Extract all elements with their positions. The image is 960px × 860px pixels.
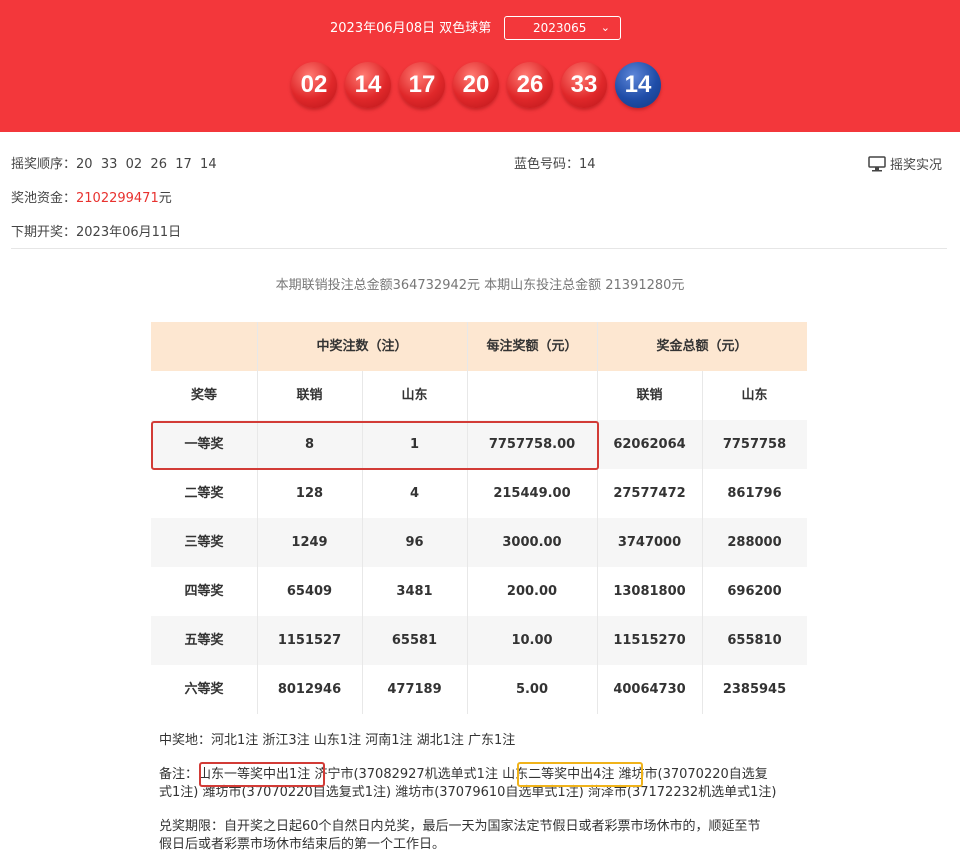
winners-sd: 477189 (387, 682, 442, 697)
chevron-down-icon: ⌄ (600, 21, 610, 34)
winners-sd: 96 (405, 535, 424, 550)
total-all: 3747000 (617, 535, 682, 550)
remark-label: 备注： (159, 767, 199, 782)
draw-order: 摇奖顺序：20 33 02 26 17 14 (11, 156, 217, 174)
prize-level: 五等奖 (184, 633, 224, 648)
per-prize: 200.00 (506, 584, 558, 599)
blue-ball: 14 (615, 62, 661, 108)
total-sd: 655810 (727, 633, 782, 648)
winners-all: 65409 (286, 584, 333, 599)
issue-select-value: 2023065 (533, 21, 587, 35)
total-all: 40064730 (613, 682, 686, 697)
per-prize: 10.00 (511, 633, 553, 648)
total-sd: 861796 (727, 486, 782, 501)
prize-level: 六等奖 (184, 682, 224, 697)
column-divider (257, 322, 258, 714)
total-all: 62062064 (613, 437, 686, 452)
first-prize-highlight (151, 421, 599, 470)
red-ball: 14 (345, 62, 391, 108)
subheader-winners-all: 联销 (296, 388, 323, 403)
total-all: 13081800 (613, 584, 686, 599)
column-divider (597, 322, 598, 714)
red-ball: 20 (453, 62, 499, 108)
winners-sd: 65581 (391, 633, 438, 648)
deadline-line-2: 假日后或者彩票市场休市结束后的第一个工作日。 (159, 837, 446, 852)
prize-level: 三等奖 (184, 535, 224, 550)
blue-number-label: 蓝色号码： (514, 157, 580, 172)
winners-all: 128 (295, 486, 324, 501)
header-total: 奖金总额（元） (656, 339, 748, 354)
subheader-per (467, 371, 597, 420)
red-ball: 17 (399, 62, 445, 108)
column-divider (702, 371, 703, 714)
issue-select[interactable]: 2023065 ⌄ (504, 16, 621, 40)
blue-number-value: 14 (579, 157, 596, 172)
next-draw-value: 2023年06月11日 (76, 225, 182, 240)
prize-pool-label: 奖池资金： (11, 191, 77, 206)
draw-title: 2023年06月08日 双色球第 (330, 21, 492, 36)
table-sub-header: 奖等 联销 山东 联销 山东 (151, 371, 807, 420)
prize-pool-unit: 元 (158, 191, 172, 206)
subheader-total-all: 联销 (636, 388, 663, 403)
winners-all: 1249 (291, 535, 328, 550)
winners-sd: 4 (409, 486, 420, 501)
winners-all: 1151527 (277, 633, 342, 648)
red-ball: 26 (507, 62, 553, 108)
header-winners: 中奖注数（注） (316, 339, 408, 354)
total-sd: 2385945 (722, 682, 787, 697)
table-row: 六等奖 8012946 477189 5.00 40064730 2385945 (151, 665, 807, 714)
table-row: 四等奖 65409 3481 200.00 13081800 696200 (151, 567, 807, 616)
draw-order-label: 摇奖顺序： (11, 157, 77, 172)
table-row: 三等奖 1249 96 3000.00 3747000 288000 (151, 518, 807, 567)
red-ball: 33 (561, 62, 607, 108)
subheader-level: 奖等 (190, 388, 217, 403)
winners-all: 8012946 (277, 682, 342, 697)
per-prize: 3000.00 (502, 535, 562, 550)
next-draw-label: 下期开奖： (11, 225, 77, 240)
prize-pool: 奖池资金：2102299471元 (11, 190, 172, 208)
live-draw-link[interactable]: 摇奖实况 (868, 156, 942, 178)
per-prize: 215449.00 (493, 486, 571, 501)
divider (11, 248, 947, 249)
total-all: 11515270 (613, 633, 686, 648)
total-sd: 288000 (727, 535, 782, 550)
blue-number: 蓝色号码：14 (514, 156, 596, 174)
live-draw-label: 摇奖实况 (890, 158, 943, 173)
second-prize-note-highlight (517, 762, 643, 787)
prize-level: 四等奖 (184, 584, 224, 599)
draw-order-value: 20 33 02 26 17 14 (76, 157, 217, 172)
next-draw: 下期开奖：2023年06月11日 (11, 224, 181, 242)
winning-locations: 中奖地：河北1注 浙江3注 山东1注 河南1注 湖北1注 广东1注 (159, 733, 516, 748)
deadline-line-1: 兑奖期限：自开奖之日起60个自然日内兑奖，最后一天为国家法定节假日或者彩票市场休… (159, 819, 761, 834)
column-divider (467, 322, 468, 714)
red-ball: 02 (291, 62, 337, 108)
per-prize: 5.00 (515, 682, 549, 697)
subheader-total-sd: 山东 (741, 388, 768, 403)
sales-summary: 本期联销投注总金额364732942元 本期山东投注总金额 21391280元 (275, 278, 685, 293)
total-sd: 7757758 (722, 437, 787, 452)
table-row: 二等奖 128 4 215449.00 27577472 861796 (151, 469, 807, 518)
prize-level: 二等奖 (184, 486, 224, 501)
table-group-header: 中奖注数（注） 每注奖额（元） 奖金总额（元） (151, 322, 807, 371)
monitor-icon (868, 156, 886, 178)
total-sd: 696200 (727, 584, 782, 599)
header-per-prize: 每注奖额（元） (486, 339, 578, 354)
remark-jining: 济宁市(37082927机选单式1注 (314, 767, 498, 782)
total-all: 27577472 (613, 486, 686, 501)
prize-pool-value: 2102299471 (76, 191, 159, 206)
draw-header: 2023年06月08日 双色球第 2023065 ⌄ 02 14 17 20 2… (0, 0, 960, 132)
table-row: 五等奖 1151527 65581 10.00 11515270 655810 (151, 616, 807, 665)
first-prize-note-highlight (199, 762, 325, 787)
winners-sd: 3481 (396, 584, 433, 599)
subheader-winners-sd: 山东 (401, 388, 428, 403)
